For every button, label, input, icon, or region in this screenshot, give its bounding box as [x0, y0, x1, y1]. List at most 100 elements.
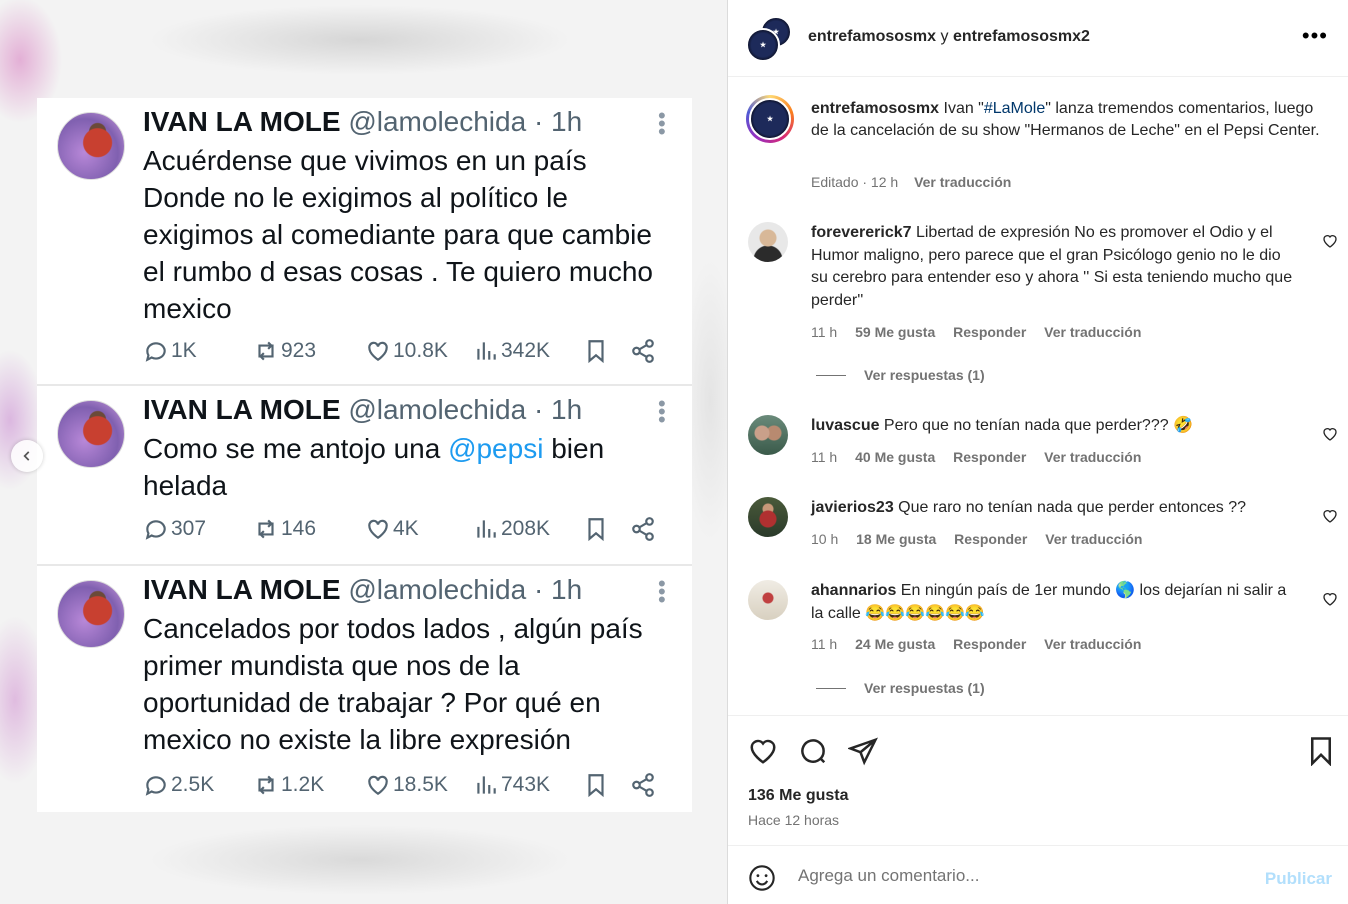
- comment-likes[interactable]: 18 Me gusta: [856, 531, 936, 547]
- more-vertical-icon: • • •: [658, 103, 666, 144]
- tweet-author-name: IVAN LA MOLE: [143, 394, 341, 425]
- add-comment-bar: Publicar: [728, 845, 1348, 904]
- view-count: 743K: [473, 772, 550, 798]
- heart-icon[interactable]: [1322, 426, 1338, 442]
- tweet-2: IVAN LA MOLE @lamolechida · 1h • • • Como …: [37, 386, 692, 566]
- like-count: 18.5K: [365, 772, 448, 798]
- heart-icon[interactable]: [1322, 591, 1338, 607]
- likes-count[interactable]: 136 Me gusta: [748, 787, 848, 805]
- caption-timestamp: Editado · 12 h: [811, 174, 899, 190]
- comment-likes[interactable]: 24 Me gusta: [855, 636, 935, 652]
- divider-line: [816, 687, 846, 689]
- author-link[interactable]: entrefamososmx: [808, 28, 936, 45]
- carousel-prev-button[interactable]: [11, 440, 43, 472]
- view-replies-button[interactable]: Ver respuestas (1): [816, 367, 985, 383]
- reply-button[interactable]: Responder: [953, 636, 1026, 652]
- comment-username[interactable]: luvascue: [811, 417, 879, 434]
- retweet-count: 923: [253, 338, 316, 364]
- view-replies-label: Ver respuestas (1): [864, 680, 985, 696]
- view-count: 208K: [473, 516, 550, 542]
- caption-username[interactable]: entrefamososmx: [811, 100, 939, 117]
- retweet-count: 146: [253, 516, 316, 542]
- post-media: IVAN LA MOLE @lamolechida · 1h • • • Acuér…: [0, 0, 727, 904]
- views-icon: [477, 342, 496, 360]
- reply-count: 307: [143, 516, 206, 542]
- comment-username[interactable]: javierios23: [811, 499, 894, 516]
- view-count-value: 208K: [501, 517, 551, 540]
- comment-meta: 11 h 40 Me gusta Responder Ver traducció…: [811, 449, 1155, 465]
- comment-button[interactable]: [798, 736, 828, 766]
- avatar[interactable]: [748, 497, 788, 537]
- publish-button[interactable]: Publicar: [1265, 869, 1332, 889]
- reply-count-value: 307: [171, 517, 207, 540]
- tweet-mention-link: @pepsi: [448, 433, 544, 464]
- tweet-text-part: Cancelados por todos lados , algún país …: [143, 613, 643, 755]
- tweet-author-name: IVAN LA MOLE: [143, 574, 341, 605]
- bookmark-icon: [1311, 737, 1331, 767]
- comment-text: luvascue Pero que no tenían nada que per…: [811, 415, 1301, 438]
- avatar[interactable]: [748, 415, 788, 455]
- post-actions: 136 Me gusta Hace 12 horas: [728, 715, 1348, 845]
- retweet-count-value: 1.2K: [281, 773, 325, 796]
- comment-username[interactable]: forevererick7: [811, 224, 912, 241]
- chevron-left-icon: [23, 451, 30, 461]
- tweet-avatar: [57, 112, 125, 180]
- translate-button[interactable]: Ver traducción: [1045, 531, 1142, 547]
- tweet-actions: 2.5K 1.2K 18.5K 743K: [143, 772, 663, 802]
- comment-likes[interactable]: 40 Me gusta: [855, 449, 935, 465]
- translate-button[interactable]: Ver traducción: [914, 174, 1011, 190]
- heart-icon: [750, 739, 776, 764]
- share-button[interactable]: [846, 736, 878, 766]
- more-vertical-icon: • • •: [658, 391, 666, 432]
- tweet-actions: 307 146 4K 208K: [143, 516, 663, 546]
- reply-count: 1K: [143, 338, 197, 364]
- comment-item: forevererick7 Libertad de expresión No e…: [748, 222, 1338, 372]
- heart-icon: [368, 775, 388, 795]
- save-button[interactable]: [1306, 736, 1336, 767]
- tweet-text: Cancelados por todos lados , algún país …: [143, 610, 673, 758]
- like-count: 4K: [365, 516, 419, 542]
- heart-icon[interactable]: [1322, 508, 1338, 524]
- comment-meta: 10 h 18 Me gusta Responder Ver traducció…: [811, 531, 1156, 547]
- comment-time: 11 h: [811, 636, 838, 652]
- author-connector: y: [936, 28, 953, 45]
- reply-button[interactable]: Responder: [953, 449, 1026, 465]
- author-link[interactable]: entrefamososmx2: [953, 28, 1090, 45]
- view-replies-button[interactable]: Ver respuestas (1): [816, 680, 985, 696]
- view-count: 342K: [473, 338, 550, 364]
- like-button[interactable]: [748, 736, 778, 766]
- like-count-value: 4K: [393, 517, 419, 540]
- avatar: ★: [746, 28, 780, 62]
- bookmark-icon: [583, 516, 611, 542]
- comment-likes[interactable]: 59 Me gusta: [855, 324, 935, 340]
- comment-input[interactable]: [798, 866, 1218, 886]
- heart-icon[interactable]: [1322, 233, 1338, 249]
- retweet-count-value: 923: [281, 339, 317, 362]
- view-count-value: 342K: [501, 339, 551, 362]
- reply-icon: [145, 342, 166, 362]
- translate-button[interactable]: Ver traducción: [1044, 636, 1141, 652]
- comment-item: javierios23 Que raro no tenían nada que …: [748, 497, 1338, 557]
- translate-button[interactable]: Ver traducción: [1044, 449, 1141, 465]
- reply-count: 2.5K: [143, 772, 214, 798]
- tweet-handle: @lamolechida · 1h: [348, 394, 583, 425]
- reply-count-value: 1K: [171, 339, 197, 362]
- reply-button[interactable]: Responder: [953, 324, 1026, 340]
- tweet-handle: @lamolechida · 1h: [348, 574, 583, 605]
- avatar[interactable]: [748, 222, 788, 262]
- avatar[interactable]: [748, 580, 788, 620]
- translate-button[interactable]: Ver traducción: [1044, 324, 1141, 340]
- comment-username[interactable]: ahannarios: [811, 582, 896, 599]
- comment-body: Pero que no tenían nada que perder??? 🤣: [879, 417, 1193, 434]
- emoji-icon[interactable]: [748, 864, 776, 892]
- tweet-actions: 1K 923 10.8K 342K: [143, 338, 663, 368]
- comment-item: ahannarios En ningún país de 1er mundo 🌎…: [748, 580, 1338, 670]
- like-count: 10.8K: [365, 338, 448, 364]
- reply-button[interactable]: Responder: [954, 531, 1027, 547]
- avatar[interactable]: ★: [746, 95, 794, 143]
- hashtag-link[interactable]: #LaMole: [984, 100, 1045, 117]
- view-replies-label: Ver respuestas (1): [864, 367, 985, 383]
- more-options-icon[interactable]: •••: [1302, 25, 1328, 47]
- heart-icon: [368, 341, 388, 361]
- collab-avatars[interactable]: ★ ★: [746, 16, 794, 62]
